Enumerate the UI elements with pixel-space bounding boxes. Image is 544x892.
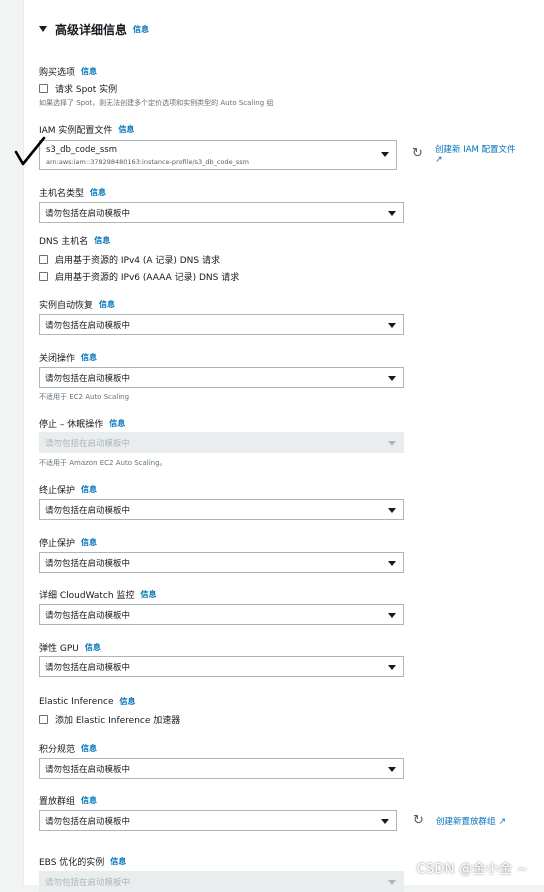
shutdown-behavior-select[interactable]: 请勿包括在启动模板中: [39, 367, 404, 388]
create-placement-group-link[interactable]: 创建新置放群组 ↗: [436, 815, 506, 827]
termination-protection-select[interactable]: 请勿包括在启动模板中: [39, 499, 404, 520]
dropdown-arrow-icon: [381, 819, 389, 824]
advanced-details-header[interactable]: 高级详细信息 信息: [39, 20, 149, 38]
dropdown-arrow-icon: [388, 211, 396, 216]
dropdown-arrow-icon: [388, 441, 396, 446]
checkbox-label: 请求 Spot 实例: [55, 85, 118, 95]
ebs-optimized-label: EBS 优化的实例 信息: [39, 856, 127, 868]
info-link[interactable]: 信息: [81, 795, 97, 806]
iam-profile-label: IAM 实例配置文件 信息: [39, 124, 135, 136]
credit-specification-label: 积分规范 信息: [39, 743, 98, 755]
termination-protection-label: 终止保护 信息: [39, 484, 98, 496]
dropdown-arrow-icon: [388, 376, 396, 381]
dropdown-arrow-icon: [388, 613, 396, 618]
external-link-icon: ↗: [498, 817, 507, 827]
placement-group-label: 置放群组 信息: [39, 795, 98, 807]
shutdown-behavior-label: 关闭操作 信息: [39, 352, 98, 364]
info-link[interactable]: 信息: [109, 418, 125, 429]
cloudwatch-select[interactable]: 请勿包括在启动模板中: [39, 604, 404, 625]
stop-hibernate-help-text: 不适用于 Amazon EC2 Auto Scaling。: [39, 459, 167, 467]
dropdown-arrow-icon: [388, 561, 396, 566]
handwritten-checkmark: [14, 136, 46, 166]
dropdown-arrow-icon: [388, 508, 396, 513]
info-link[interactable]: 信息: [85, 642, 101, 653]
hostname-type-select[interactable]: 请勿包括在启动模板中: [39, 202, 404, 223]
dropdown-arrow-icon: [388, 767, 396, 772]
caret-down-icon: [39, 26, 47, 32]
stop-protection-select[interactable]: 请勿包括在启动模板中: [39, 552, 404, 573]
checkbox-label: 启用基于资源的 IPv4 (A 记录) DNS 请求: [55, 256, 220, 266]
external-link-icon: ↗: [435, 155, 443, 165]
stop-hibernate-select: 请勿包括在启动模板中: [39, 432, 404, 453]
info-link[interactable]: 信息: [81, 537, 97, 548]
iam-profile-arn: arn:aws:iam::378298480163:instance-profi…: [46, 158, 249, 166]
dropdown-arrow-icon: [381, 152, 389, 157]
ipv6-dns-checkbox-row[interactable]: 启用基于资源的 IPv6 (AAAA 记录) DNS 请求: [39, 270, 239, 283]
info-link[interactable]: 信息: [140, 589, 156, 600]
info-link[interactable]: 信息: [81, 484, 97, 495]
ipv4-dns-checkbox-row[interactable]: 启用基于资源的 IPv4 (A 记录) DNS 请求: [39, 253, 220, 266]
dropdown-arrow-icon: [388, 323, 396, 328]
info-link[interactable]: 信息: [110, 856, 126, 867]
iam-profile-name: s3_db_code_ssm: [46, 145, 118, 155]
stop-protection-label: 停止保护 信息: [39, 537, 98, 549]
iam-profile-select[interactable]: s3_db_code_ssm arn:aws:iam::378298480163…: [39, 140, 397, 170]
purchase-help-text: 如果选择了 Spot，则无法创建多个定价选项和实例类型的 Auto Scalin…: [39, 99, 274, 107]
info-link[interactable]: 信息: [133, 24, 149, 35]
cloudwatch-label: 详细 CloudWatch 监控 信息: [39, 589, 157, 601]
ebs-optimized-select: 请勿包括在启动模板中: [39, 871, 404, 892]
elastic-gpu-label: 弹性 GPU 信息: [39, 642, 101, 654]
info-link[interactable]: 信息: [81, 66, 97, 77]
refresh-icon[interactable]: ↻: [413, 814, 424, 827]
spot-request-checkbox-row[interactable]: 请求 Spot 实例: [39, 82, 117, 95]
elastic-gpu-select[interactable]: 请勿包括在启动模板中: [39, 656, 404, 677]
ipv6-dns-checkbox[interactable]: [39, 272, 48, 281]
watermark: CSDN @金小金 ~: [416, 862, 528, 877]
hostname-type-label: 主机名类型 信息: [39, 187, 107, 199]
elastic-inference-checkbox-row[interactable]: 添加 Elastic Inference 加速器: [39, 713, 180, 726]
stop-hibernate-label: 停止 – 休眠操作 信息: [39, 418, 126, 430]
info-link[interactable]: 信息: [120, 696, 136, 707]
checkbox-label: 启用基于资源的 IPv6 (AAAA 记录) DNS 请求: [55, 273, 240, 283]
info-link[interactable]: 信息: [81, 352, 97, 363]
section-title: 高级详细信息: [55, 22, 128, 37]
info-link[interactable]: 信息: [81, 743, 97, 754]
purchase-option-label: 购买选项 信息: [39, 66, 98, 78]
info-link[interactable]: 信息: [90, 187, 106, 198]
ipv4-dns-checkbox[interactable]: [39, 255, 48, 264]
spot-request-checkbox[interactable]: [39, 84, 48, 93]
credit-specification-select[interactable]: 请勿包括在启动模板中: [39, 758, 404, 779]
elastic-inference-label: Elastic Inference 信息: [39, 696, 136, 707]
checkbox-label: 添加 Elastic Inference 加速器: [55, 716, 181, 726]
placement-group-select[interactable]: 请勿包括在启动模板中: [39, 810, 397, 831]
info-link[interactable]: 信息: [94, 235, 110, 246]
info-link[interactable]: 信息: [99, 299, 115, 310]
auto-recovery-select[interactable]: 请勿包括在启动模板中: [39, 314, 404, 335]
auto-recovery-label: 实例自动恢复 信息: [39, 299, 116, 311]
create-iam-profile-link[interactable]: 创建新 IAM 配置文件 ↗: [435, 143, 516, 165]
shutdown-help-text: 不适用于 EC2 Auto Scaling: [39, 393, 130, 401]
refresh-icon[interactable]: ↻: [412, 147, 423, 160]
dropdown-arrow-icon: [388, 880, 396, 885]
info-link[interactable]: 信息: [118, 124, 134, 135]
elastic-inference-checkbox[interactable]: [39, 715, 48, 724]
dropdown-arrow-icon: [388, 665, 396, 670]
dns-hostname-label: DNS 主机名 信息: [39, 235, 111, 247]
